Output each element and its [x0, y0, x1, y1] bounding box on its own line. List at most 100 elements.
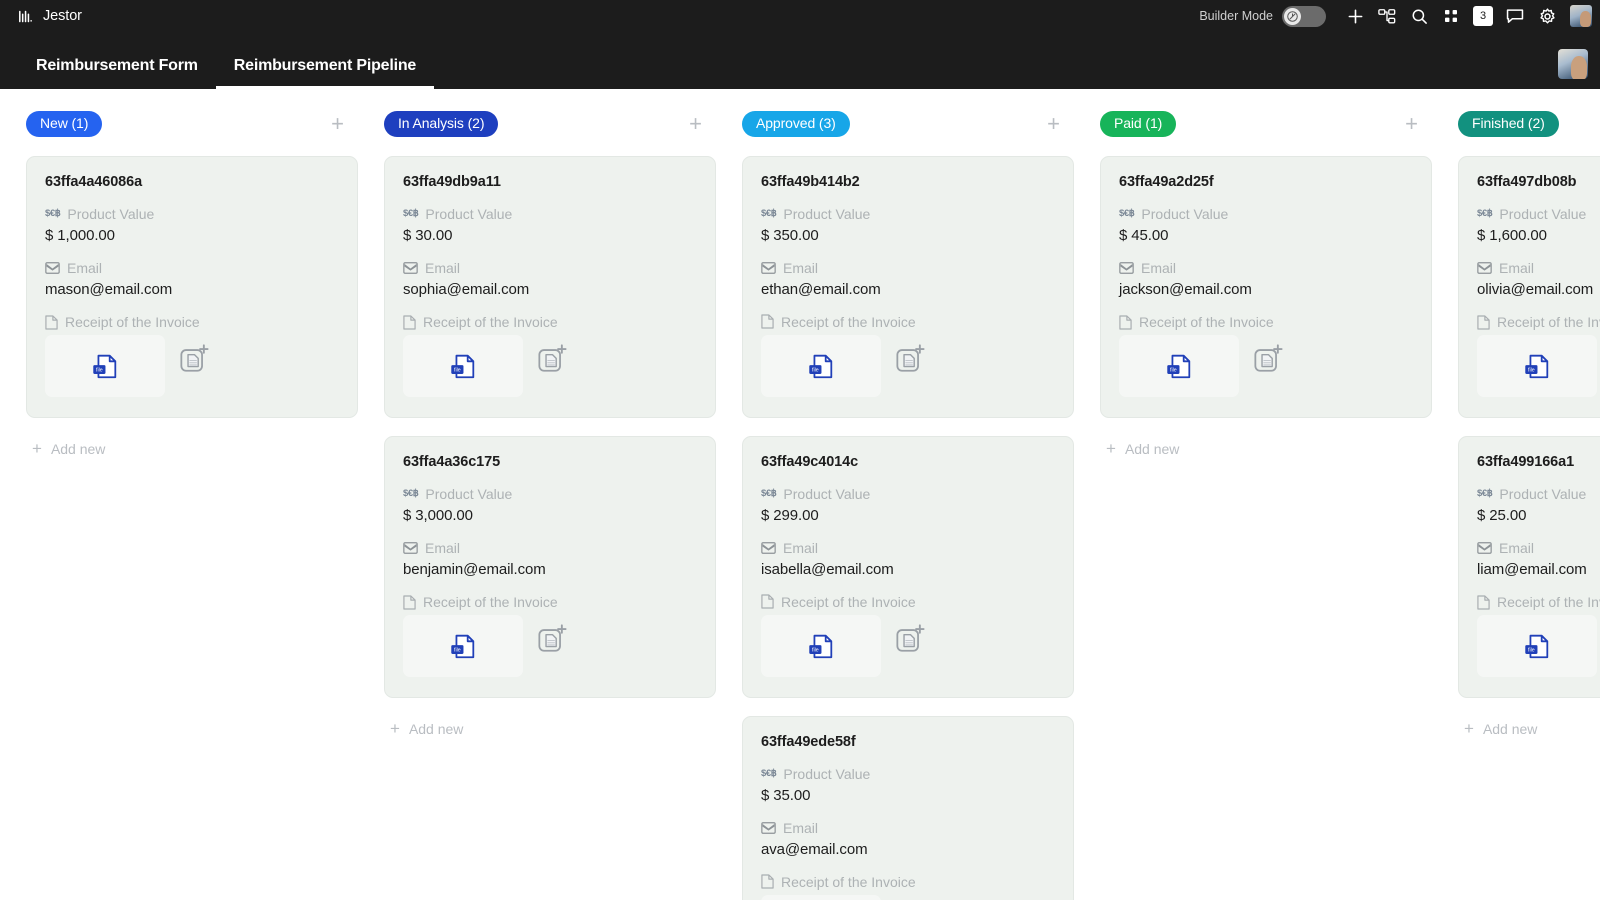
- add-new-label: Add new: [1483, 721, 1537, 737]
- add-card-to-column-button[interactable]: +: [685, 113, 706, 135]
- file-attachment-thumb[interactable]: file: [45, 335, 165, 397]
- file-icon: [1119, 315, 1132, 330]
- attachment-row: file: [1477, 335, 1600, 397]
- kanban-card[interactable]: 63ffa4a36c175 $€฿ Product Value $ 3,000.…: [384, 436, 716, 698]
- kanban-card[interactable]: 63ffa497db08b $€฿ Product Value $ 1,600.…: [1458, 156, 1600, 418]
- email-label: Email: [1477, 540, 1600, 556]
- email-value: ava@email.com: [761, 841, 1055, 858]
- attachment-row: file: [403, 615, 697, 677]
- currency-icon: $€฿: [761, 769, 776, 779]
- kanban-card[interactable]: 63ffa49ede58f $€฿ Product Value $ 35.00 …: [742, 716, 1074, 900]
- receipt-label: Receipt of the Invoice: [403, 594, 697, 610]
- product-value-label-text: Product Value: [1499, 206, 1586, 222]
- email-label-text: Email: [1141, 260, 1176, 276]
- product-value-label-text: Product Value: [783, 766, 870, 782]
- file-attachment-thumb[interactable]: file: [1477, 615, 1597, 677]
- file-attachment-thumb[interactable]: file: [403, 335, 523, 397]
- builder-mode-toggle[interactable]: [1282, 6, 1326, 27]
- email-label: Email: [1477, 260, 1600, 276]
- kanban-card[interactable]: 63ffa4a46086a $€฿ Product Value $ 1,000.…: [26, 156, 358, 418]
- add-card-to-column-button[interactable]: +: [1401, 113, 1422, 135]
- tab-reimbursement-form[interactable]: Reimbursement Form: [18, 57, 216, 89]
- email-icon: [45, 262, 60, 274]
- kanban-card[interactable]: 63ffa49b414b2 $€฿ Product Value $ 350.00…: [742, 156, 1074, 418]
- product-value-label: $€฿ Product Value: [45, 206, 339, 222]
- kanban-card[interactable]: 63ffa49a2d25f $€฿ Product Value $ 45.00 …: [1100, 156, 1432, 418]
- gear-icon[interactable]: [1532, 2, 1562, 30]
- add-new-button[interactable]: + Add new: [1458, 718, 1600, 739]
- card-title: 63ffa499166a1: [1477, 454, 1600, 470]
- column-status-badge-finished[interactable]: Finished (2): [1458, 111, 1559, 137]
- receipt-label: Receipt of the Invoice: [761, 314, 1055, 330]
- file-attachment-thumb[interactable]: file: [403, 615, 523, 677]
- add-attachment-icon[interactable]: [891, 343, 931, 389]
- add-attachment-icon[interactable]: [175, 343, 215, 389]
- email-value: isabella@email.com: [761, 561, 1055, 578]
- receipt-label: Receipt of the Invoice: [761, 874, 1055, 890]
- receipt-label: Receipt of the Invoice: [45, 314, 339, 330]
- search-icon[interactable]: [1404, 2, 1434, 30]
- column-status-badge-new[interactable]: New (1): [26, 111, 102, 137]
- kanban-card[interactable]: 63ffa49c4014c $€฿ Product Value $ 299.00…: [742, 436, 1074, 698]
- automation-icon[interactable]: [1372, 2, 1402, 30]
- add-attachment-icon[interactable]: [533, 343, 573, 389]
- column-status-badge-in-analysis[interactable]: In Analysis (2): [384, 111, 498, 137]
- file-attachment-thumb[interactable]: file: [761, 895, 881, 900]
- attachment-row: file: [1119, 335, 1413, 397]
- kanban-column-paid: Paid (1) + 63ffa49a2d25f $€฿ Product Val…: [1100, 89, 1432, 900]
- product-value-value: $ 299.00: [761, 507, 1055, 524]
- user-avatar-large[interactable]: [1558, 49, 1588, 79]
- builder-mode-control[interactable]: Builder Mode: [1199, 6, 1326, 27]
- add-attachment-icon[interactable]: [891, 623, 931, 669]
- svg-text:file: file: [1528, 367, 1535, 373]
- email-label: Email: [761, 260, 1055, 276]
- file-attachment-thumb[interactable]: file: [1119, 335, 1239, 397]
- product-value-label-text: Product Value: [783, 206, 870, 222]
- plus-icon: +: [1106, 440, 1116, 457]
- receipt-label-text: Receipt of the Invoice: [1139, 314, 1274, 330]
- add-new-button[interactable]: + Add new: [384, 718, 716, 739]
- attachment-row: file: [761, 615, 1055, 677]
- kanban-card[interactable]: 63ffa49db9a11 $€฿ Product Value $ 30.00 …: [384, 156, 716, 418]
- top-bar: Jestor Builder Mode: [0, 0, 1600, 32]
- column-status-badge-paid[interactable]: Paid (1): [1100, 111, 1176, 137]
- add-new-button[interactable]: + Add new: [1100, 438, 1432, 459]
- card-title: 63ffa4a36c175: [403, 454, 697, 470]
- add-card-to-column-button[interactable]: +: [327, 113, 348, 135]
- add-attachment-icon[interactable]: [1249, 343, 1289, 389]
- apps-grid-icon[interactable]: [1436, 2, 1466, 30]
- product-value-value: $ 25.00: [1477, 507, 1600, 524]
- add-card-to-column-button[interactable]: +: [1043, 113, 1064, 135]
- add-icon[interactable]: [1340, 2, 1370, 30]
- email-icon: [1477, 262, 1492, 274]
- currency-icon: $€฿: [1477, 209, 1492, 219]
- file-attachment-thumb[interactable]: file: [1477, 335, 1597, 397]
- product-value-label-text: Product Value: [1141, 206, 1228, 222]
- receipt-label-text: Receipt of the Invoice: [781, 314, 916, 330]
- email-label-text: Email: [1499, 540, 1534, 556]
- kanban-card[interactable]: 63ffa499166a1 $€฿ Product Value $ 25.00 …: [1458, 436, 1600, 698]
- product-value-value: $ 1,600.00: [1477, 227, 1600, 244]
- attachment-row: file: [403, 335, 697, 397]
- card-title: 63ffa49ede58f: [761, 734, 1055, 750]
- builder-mode-label: Builder Mode: [1199, 9, 1273, 23]
- product-value-label-text: Product Value: [67, 206, 154, 222]
- notification-count-badge[interactable]: 3: [1468, 2, 1498, 30]
- file-attachment-thumb[interactable]: file: [761, 335, 881, 397]
- chat-icon[interactable]: [1500, 2, 1530, 30]
- brand[interactable]: Jestor: [18, 8, 82, 24]
- email-icon: [1119, 262, 1134, 274]
- add-new-button[interactable]: + Add new: [26, 438, 358, 459]
- tab-reimbursement-pipeline[interactable]: Reimbursement Pipeline: [216, 57, 434, 89]
- column-cards: 63ffa4a46086a $€฿ Product Value $ 1,000.…: [26, 156, 358, 436]
- receipt-label: Receipt of the Invoice: [1119, 314, 1413, 330]
- currency-icon: $€฿: [1477, 489, 1492, 499]
- receipt-label: Receipt of the Invoice: [761, 594, 1055, 610]
- file-attachment-thumb[interactable]: file: [761, 615, 881, 677]
- column-status-badge-approved[interactable]: Approved (3): [742, 111, 850, 137]
- attachment-row: file: [761, 335, 1055, 397]
- receipt-label-text: Receipt of the Invoice: [781, 594, 916, 610]
- email-icon: [403, 262, 418, 274]
- user-avatar-small[interactable]: [1570, 5, 1592, 27]
- add-attachment-icon[interactable]: [533, 623, 573, 669]
